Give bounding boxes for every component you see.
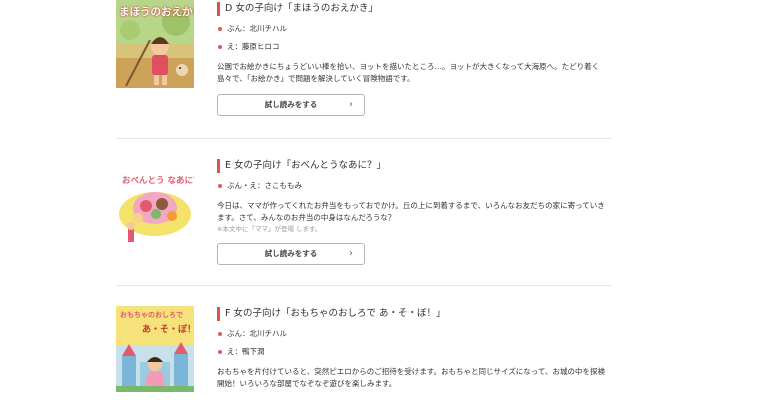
book-info: E 女の子向け「おべんとうなあに？」 ぶん・え：さこももみ 今日は、ママが作って… [217,158,612,234]
illustrator-line: え：鴨下潤 [217,346,612,358]
illustrator-text: え：藤原ヒロコ [227,42,280,51]
divider [116,285,612,286]
book-description: おもちゃを片付けていると、突然ピエロからのご招待を受けます。おもちゃと同じサイズ… [217,367,605,388]
book-info: F 女の子向け「おもちゃのおしろで あ・そ・ぼ！」 ぶん：北川チハル え：鴨下潤… [217,306,612,390]
illustrator-line: え：藤原ヒロコ [217,41,612,53]
book-description: 公園でお絵かきにちょうどいい棒を拾い、ヨットを描いたところ…。ヨットが大きくなっ… [217,62,600,83]
cover-title-text: あ・そ・ぼ！ [142,325,194,335]
bullet-icon [218,332,222,336]
book-title-text: D 女の子向け「まほうのおえかき」 [225,3,378,14]
author-line: ぶん・え：さこももみ [217,180,612,192]
book-info: D 女の子向け「まほうのおえかき」 ぶん：北川チハル え：藤原ヒロコ 公園でお絵… [217,1,612,85]
bullet-icon [218,350,222,354]
author-text: ぶん：北川チハル [227,24,287,33]
book-cover[interactable]: おべんとう なあに？ [116,158,194,248]
author-text: ぶん：北川チハル [227,329,287,338]
book-item: おべんとう なあに？ E 女の子向け「おべんとうなあに？」 ぶん・え：さこももみ… [116,150,612,275]
book-item: まほうのおえかき D 女の子向け「まほうのおえかき」 ぶん：北川チハル え：藤原… [116,0,612,130]
cover-title-text: おもちゃのおしろで [120,311,183,319]
book-title-text: E 女の子向け「おべんとうなあに？」 [225,160,387,171]
read-sample-label: 試し読みをする [264,249,318,258]
bullet-icon [218,45,222,49]
read-sample-button[interactable]: 試し読みをする › [217,243,365,265]
read-sample-button[interactable]: 試し読みをする › [217,94,365,116]
book-title-text: F 女の子向け「おもちゃのおしろで あ・そ・ぼ！」 [225,308,446,319]
title-accent-bar [217,159,220,173]
cover-title-text: まほうのおえかき [119,6,194,18]
read-sample-label: 試し読みをする [264,100,318,109]
book-title: F 女の子向け「おもちゃのおしろで あ・そ・ぼ！」 [217,306,612,322]
book-description: 今日は、ママが作ってくれたお弁当をもっておでかけ。丘の上に到着するまで、いろんな… [217,201,605,222]
divider [116,138,612,139]
book-note: ※本文中に「ママ」が登場 します。 [217,225,322,233]
author-line: ぶん：北川チハル [217,328,612,340]
book-title: D 女の子向け「まほうのおえかき」 [217,1,612,17]
author-text: ぶん・え：さこももみ [227,181,302,190]
book-cover[interactable]: おもちゃのおしろで あ・そ・ぼ！ [116,306,194,392]
book-item: おもちゃのおしろで あ・そ・ぼ！ F 女の子向け「おもちゃのおしろで あ・そ・ぼ… [116,298,612,400]
bullet-icon [218,184,222,188]
chevron-right-icon: › [349,99,353,110]
cover-illustration [116,158,194,248]
book-title: E 女の子向け「おべんとうなあに？」 [217,158,612,174]
book-cover[interactable]: まほうのおえかき [116,0,194,88]
chevron-right-icon: › [349,248,353,259]
illustrator-text: え：鴨下潤 [227,347,265,356]
author-line: ぶん：北川チハル [217,23,612,35]
title-accent-bar [217,307,220,321]
bullet-icon [218,27,222,31]
cover-title-text: おべんとう なあに？ [122,176,194,186]
title-accent-bar [217,2,220,16]
